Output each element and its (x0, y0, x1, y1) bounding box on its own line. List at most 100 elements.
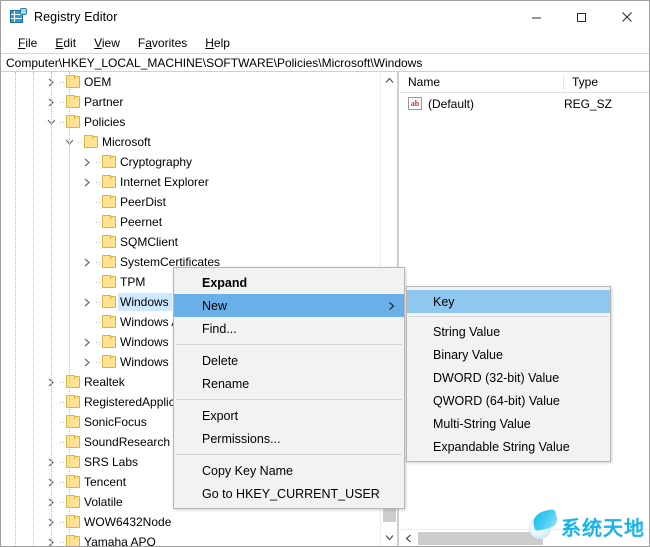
column-header-type[interactable]: Type (564, 72, 649, 92)
menu-edit[interactable]: Edit (46, 34, 85, 52)
tree-item-partner[interactable]: ·· Partner (1, 92, 379, 112)
menu-favorites[interactable]: Favorites (129, 34, 196, 52)
tree-item-label-wrap: Tencent (82, 473, 129, 491)
tree-item-label: Peernet (120, 215, 163, 229)
value-name-cell: ab (Default) (400, 97, 564, 111)
tree-item-policies[interactable]: ·· Policies (1, 112, 379, 132)
chevron-right-icon[interactable] (79, 332, 95, 352)
tree-guide-line (15, 72, 16, 546)
submenu-item-key[interactable]: Key (407, 290, 610, 313)
context-menu-item-export[interactable]: Export (174, 404, 404, 427)
tree-item-microsoft[interactable]: ·· Microsoft (1, 132, 379, 152)
chevron-right-icon[interactable] (79, 292, 95, 312)
chevron-right-icon[interactable] (79, 252, 95, 272)
context-menu-separator (176, 454, 402, 455)
column-header-name[interactable]: Name (400, 72, 564, 92)
folder-icon (101, 192, 118, 212)
menu-view[interactable]: View (85, 34, 129, 52)
submenu-item-label: Multi-String Value (433, 416, 531, 431)
submenu-item-dword-32-bit-value[interactable]: DWORD (32-bit) Value (407, 366, 610, 389)
context-menu-item-expand[interactable]: Expand (174, 271, 404, 294)
chevron-right-icon[interactable] (79, 172, 95, 192)
title-bar: Registry Editor (1, 1, 649, 33)
menu-help[interactable]: Help (196, 34, 239, 52)
folder-icon (65, 532, 82, 546)
tree-item-label-wrap: Peernet (118, 213, 165, 231)
scroll-up-button[interactable] (381, 72, 397, 89)
folder-icon (101, 172, 118, 192)
submenu-item-label: Expandable String Value (433, 439, 570, 454)
folder-icon (101, 272, 118, 292)
tree-item-label-wrap: WOW6432Node (82, 513, 174, 531)
tree-item-label: Volatile (84, 495, 123, 509)
tree-item-label: Partner (84, 95, 124, 109)
tree-item-wow6432node[interactable]: ·· WOW6432Node (1, 512, 379, 532)
tree-item-label-wrap: SonicFocus (82, 413, 150, 431)
submenu-item-expandable-string-value[interactable]: Expandable String Value (407, 435, 610, 458)
tree-item-label-wrap: Internet Explorer (118, 173, 212, 191)
context-menu-item-delete[interactable]: Delete (174, 349, 404, 372)
submenu-separator (409, 316, 608, 317)
maximize-button[interactable] (559, 1, 604, 33)
submenu-item-qword-64-bit-value[interactable]: QWORD (64-bit) Value (407, 389, 610, 412)
folder-icon (101, 352, 118, 372)
submenu-item-binary-value[interactable]: Binary Value (407, 343, 610, 366)
folder-icon (65, 452, 82, 472)
scroll-down-button[interactable] (381, 529, 397, 546)
registry-editor-icon (10, 8, 27, 25)
context-menu-item-label: Go to HKEY_CURRENT_USER (202, 486, 380, 501)
tree-item-label: Cryptography (120, 155, 193, 169)
submenu-item-multi-string-value[interactable]: Multi-String Value (407, 412, 610, 435)
context-menu-item-label: New (202, 298, 228, 313)
folder-icon (65, 372, 82, 392)
tree-item-internet-explorer[interactable]: ·· Internet Explorer (1, 172, 379, 192)
chevron-right-icon[interactable] (79, 152, 95, 172)
context-menu-item-label: Expand (202, 275, 248, 290)
tree-item-label-wrap: OEM (82, 73, 114, 91)
tree-item-sqmclient[interactable]: ·· SQMClient (1, 232, 379, 252)
new-submenu: Key String Value Binary Value DWORD (32-bit… (406, 286, 611, 462)
context-menu-item-rename[interactable]: Rename (174, 372, 404, 395)
tree-item-peernet[interactable]: ·· Peernet (1, 212, 379, 232)
context-menu-item-permissions[interactable]: Permissions... (174, 427, 404, 450)
registry-editor-window: Registry Editor File Edit View Favorites… (0, 0, 650, 547)
menu-file[interactable]: File (9, 34, 46, 52)
tree-item-peerdist[interactable]: ·· PeerDist (1, 192, 379, 212)
tree-item-label-wrap: Partner (82, 93, 126, 111)
tree-item-label-wrap: PeerDist (118, 193, 169, 211)
tree-item-label: SQMClient (120, 235, 179, 249)
close-button[interactable] (604, 1, 649, 33)
tree-item-label-wrap: Volatile (82, 493, 126, 511)
folder-icon (65, 72, 82, 92)
tree-item-cryptography[interactable]: ·· Cryptography (1, 152, 379, 172)
tree-item-label: Yamaha APO (84, 535, 156, 546)
context-menu-item-copy-key-name[interactable]: Copy Key Name (174, 459, 404, 482)
value-row[interactable]: ab (Default) REG_SZ (400, 93, 649, 114)
values-horizontal-scrollbar[interactable] (400, 529, 649, 546)
context-menu-item-go-to-hkey-current-user[interactable]: Go to HKEY_CURRENT_USER (174, 482, 404, 505)
folder-icon (65, 512, 82, 532)
submenu-item-string-value[interactable]: String Value (407, 320, 610, 343)
tree-item-label: SoundResearch (84, 435, 171, 449)
tree-item-label: SonicFocus (84, 415, 147, 429)
folder-icon (83, 132, 100, 152)
tree-item-yamaha-apo[interactable]: ·· Yamaha APO (1, 532, 379, 546)
folder-icon (101, 312, 118, 332)
tree-guide-line (51, 72, 52, 546)
context-menu-item-new[interactable]: New (174, 294, 404, 317)
minimize-button[interactable] (514, 1, 559, 33)
context-menu-item-find[interactable]: Find... (174, 317, 404, 340)
values-list: ab (Default) REG_SZ (400, 93, 649, 114)
chevron-right-icon[interactable] (79, 352, 95, 372)
tree-item-label-wrap: Windows (118, 293, 172, 311)
tree-item-oem[interactable]: ·· OEM (1, 72, 379, 92)
folder-icon (65, 472, 82, 492)
scroll-left-button[interactable] (400, 530, 417, 546)
submenu-item-label: DWORD (32-bit) Value (433, 370, 560, 385)
values-scrollbar-thumb[interactable] (418, 532, 543, 545)
window-controls (514, 1, 649, 33)
tree-item-label: Realtek (84, 375, 125, 389)
address-bar[interactable]: Computer\HKEY_LOCAL_MACHINE\SOFTWARE\Pol… (1, 53, 649, 72)
